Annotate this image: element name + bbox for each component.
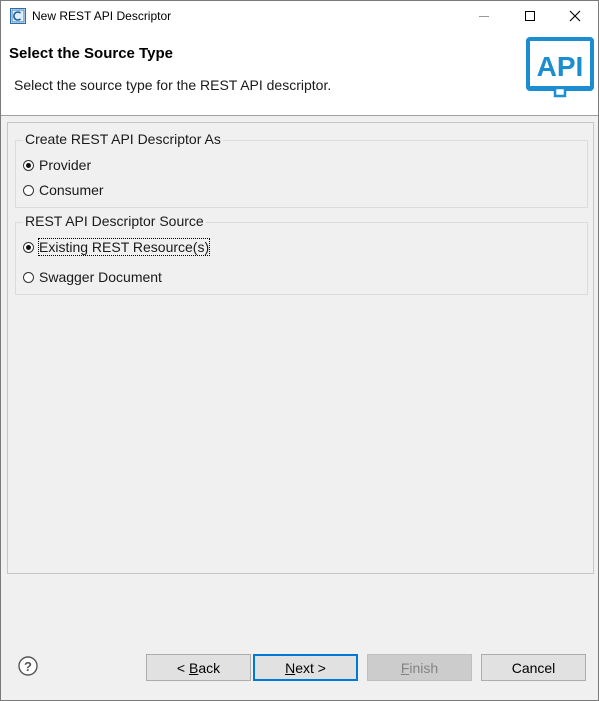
close-button[interactable] [552, 1, 598, 31]
maximize-icon [525, 11, 535, 21]
radio-swagger-label: Swagger Document [39, 269, 162, 285]
help-icon[interactable]: ? [18, 656, 38, 676]
radio-provider-indicator[interactable] [23, 159, 34, 171]
back-button-rest: ack [198, 659, 221, 676]
radio-swagger-indicator[interactable] [23, 271, 34, 283]
page-title: Select the Source Type [9, 45, 173, 62]
api-logo-icon: API [526, 37, 594, 98]
wizard-header: Select the Source Type Select the source… [1, 31, 598, 116]
radio-consumer-label: Consumer [39, 182, 104, 198]
page-description: Select the source type for the REST API … [14, 77, 332, 93]
close-icon [569, 10, 581, 22]
radio-existing-rest-resources[interactable]: Existing REST Resource(s) [23, 238, 211, 256]
finish-button-mnemonic: F [400, 659, 410, 676]
app-icon [10, 8, 26, 24]
next-button-mnemonic: N [285, 659, 296, 676]
minimize-button[interactable] [461, 1, 507, 31]
finish-button-rest: inish [409, 659, 439, 676]
radio-provider-label: Provider [39, 157, 92, 173]
back-button-mnemonic: B [188, 659, 199, 676]
radio-consumer-indicator[interactable] [23, 184, 34, 196]
svg-text:?: ? [24, 659, 32, 674]
radio-swagger-document[interactable]: Swagger Document [23, 269, 162, 285]
cancel-button[interactable]: Cancel [481, 654, 586, 681]
radio-provider[interactable]: Provider [23, 157, 91, 173]
wizard-content: Create REST API Descriptor As Provider C… [7, 122, 594, 574]
create-as-group: Create REST API Descriptor As Provider C… [15, 131, 588, 208]
descriptor-source-legend: REST API Descriptor Source [23, 213, 206, 229]
back-button-prefix: < [176, 659, 189, 676]
back-button[interactable]: < Back [146, 654, 251, 681]
finish-button[interactable]: Finish [367, 654, 472, 681]
radio-existing-indicator[interactable] [23, 241, 34, 253]
next-button[interactable]: Next > [253, 654, 358, 681]
api-logo-text: API [537, 51, 584, 82]
radio-existing-label: Existing REST Resource(s) [37, 238, 211, 256]
next-button-rest: ext > [295, 659, 326, 676]
descriptor-source-group: REST API Descriptor Source Existing REST… [15, 213, 588, 295]
minimize-icon [479, 16, 489, 17]
dialog-window: New REST API Descriptor Select the Sourc… [0, 0, 599, 701]
create-as-legend: Create REST API Descriptor As [23, 131, 223, 147]
title-bar[interactable]: New REST API Descriptor [1, 1, 598, 31]
radio-consumer[interactable]: Consumer [23, 182, 104, 198]
maximize-button[interactable] [507, 1, 553, 31]
window-title: New REST API Descriptor [32, 9, 172, 23]
